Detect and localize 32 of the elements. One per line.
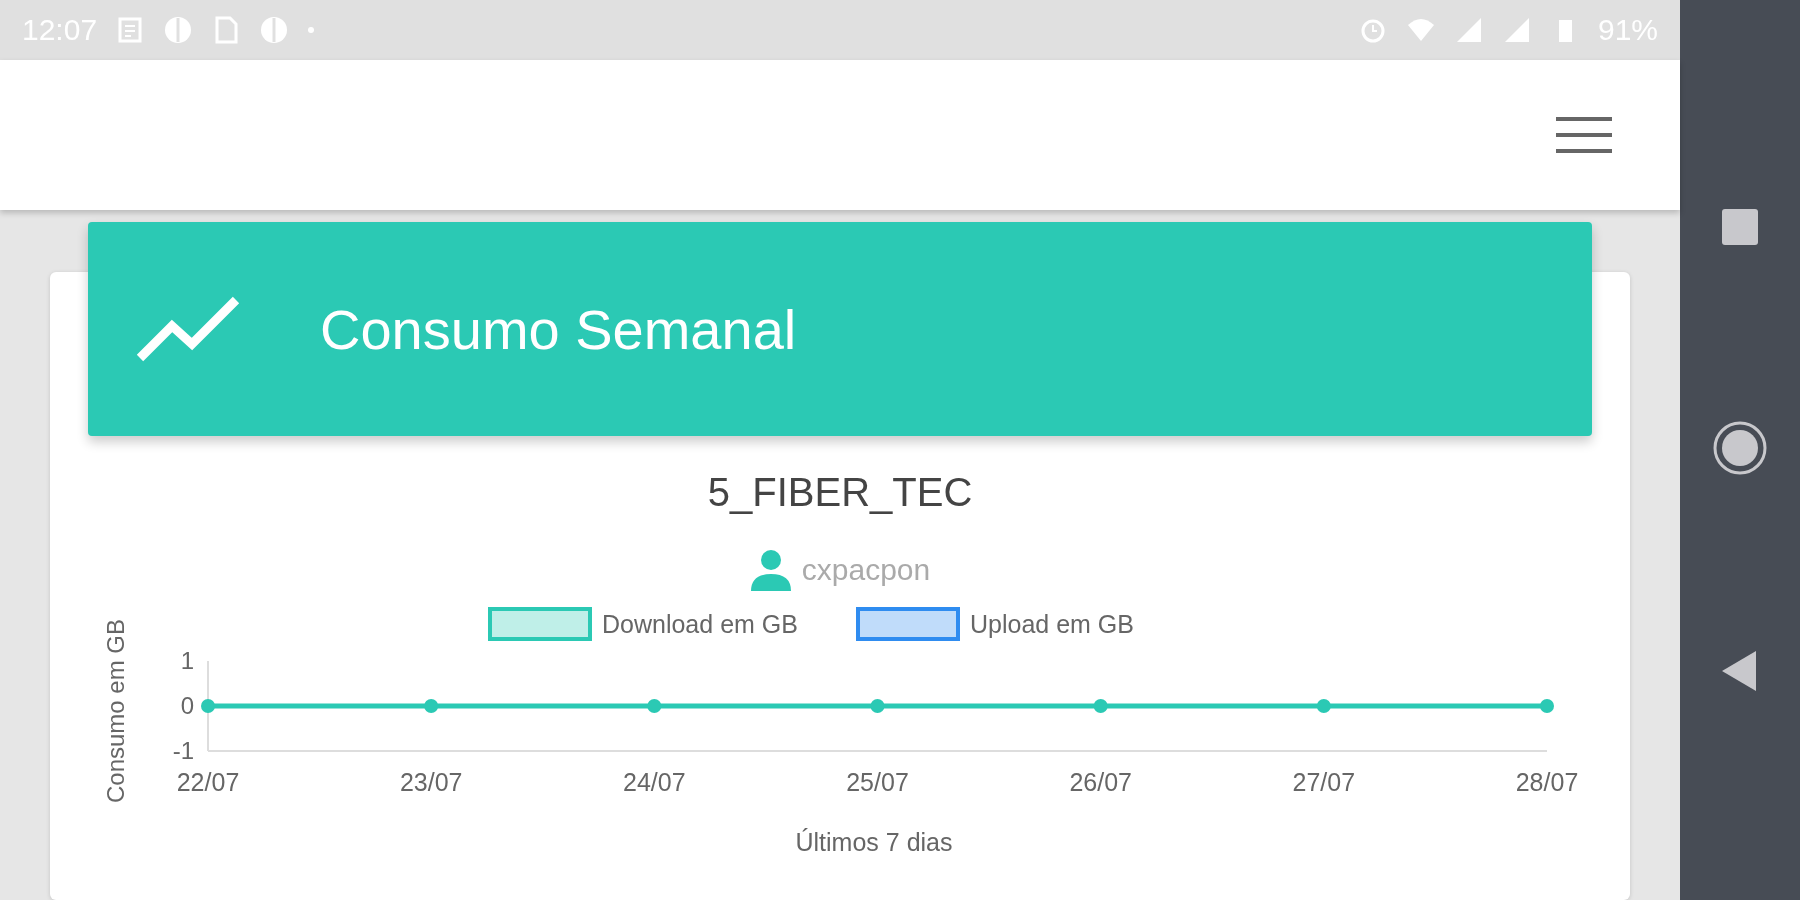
legend-label: Upload em GB: [970, 610, 1134, 638]
user-icon: [749, 549, 792, 591]
globe-icon: [259, 15, 290, 45]
data-point: [1316, 699, 1331, 713]
device-name: 5_FIBER_TEC: [707, 470, 973, 515]
y-tick-label: 1: [180, 647, 194, 674]
x-tick-label: 27/07: [1292, 768, 1356, 796]
x-tick-label: 25/07: [846, 768, 909, 796]
y-tick-label: 0: [180, 692, 194, 719]
data-point: [647, 699, 662, 713]
home-button[interactable]: [1712, 420, 1768, 476]
menu-icon[interactable]: [1554, 115, 1614, 155]
x-tick-label: 26/07: [1069, 768, 1132, 796]
data-point: [1093, 699, 1108, 713]
data-point: [201, 699, 215, 713]
legend-label: Download em GB: [602, 610, 798, 638]
user-name: cxpacpon: [801, 553, 931, 587]
axis-title: Últimos 7 dias: [795, 828, 953, 856]
x-tick-label: 24/07: [623, 768, 686, 796]
x-tick-label: 22/07: [176, 768, 240, 796]
axis-title: Consumo em GB: [102, 618, 129, 804]
recents-button[interactable]: [1720, 206, 1760, 247]
dot-icon: [307, 26, 316, 34]
x-tick-label: 23/07: [399, 768, 463, 796]
data-point: [424, 699, 439, 713]
y-tick-label: -1: [172, 737, 194, 764]
globe-icon: [163, 15, 194, 45]
x-tick-label: 28/07: [1515, 768, 1579, 796]
data-point: [1540, 699, 1554, 713]
data-point: [870, 699, 885, 713]
trend-line-icon: [136, 294, 240, 364]
card-title: Consumo Semanal: [320, 296, 797, 362]
